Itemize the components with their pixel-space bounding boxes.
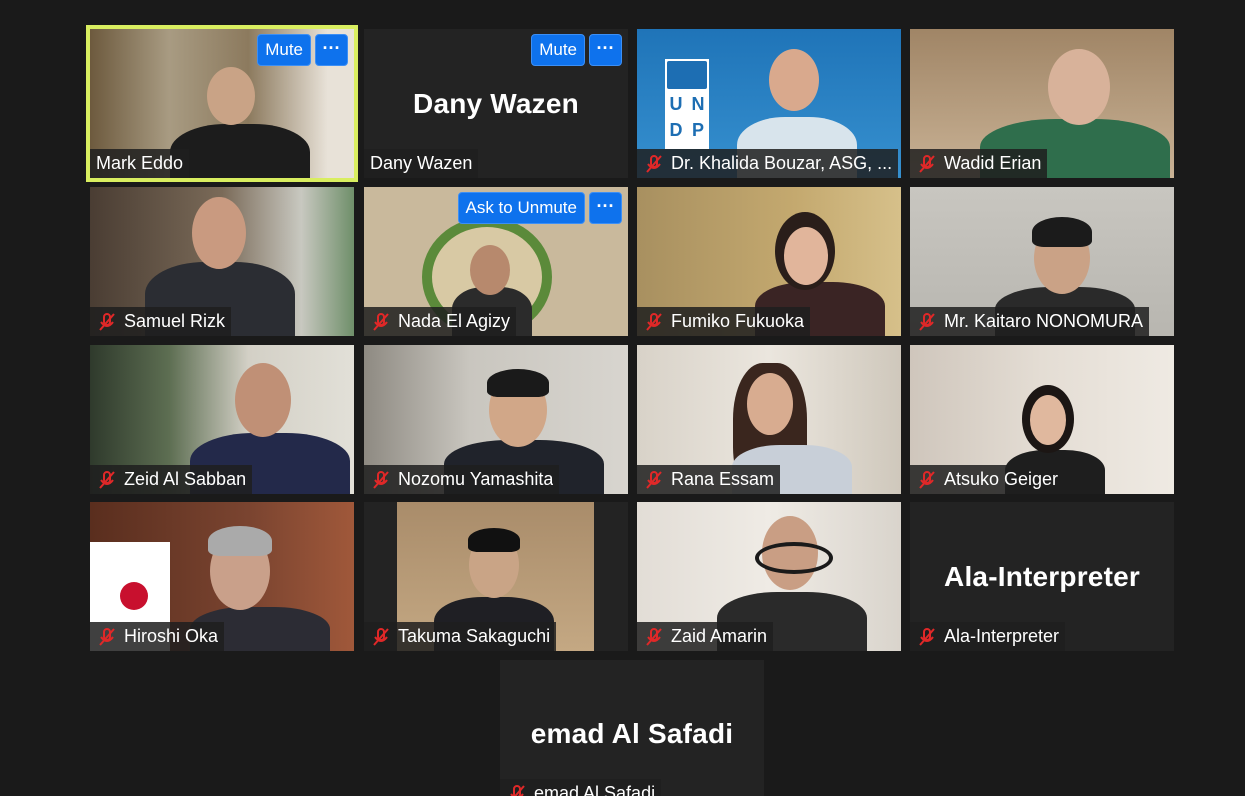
muted-mic-icon	[99, 312, 115, 331]
video-tile-mark-eddo[interactable]: Mute ··· Mark Eddo	[86, 25, 358, 182]
participant-display-name: emad Al Safadi	[530, 718, 734, 749]
participant-name: Nozomu Yamashita	[398, 469, 554, 489]
logo-letter: U	[669, 94, 683, 114]
participant-name: Atsuko Geiger	[944, 469, 1059, 489]
participant-name-label: Atsuko Geiger	[910, 465, 1065, 494]
participant-name-label: Fumiko Fukuoka	[637, 307, 811, 336]
participant-name: Ala-Interpreter	[944, 626, 1060, 646]
video-tile-hiroshi-oka[interactable]: Hiroshi Oka	[90, 502, 354, 651]
logo-letter: P	[691, 120, 704, 140]
muted-mic-icon	[99, 627, 115, 646]
muted-mic-icon	[99, 470, 115, 489]
video-tile-ala-interpreter[interactable]: Ala-Interpreter Ala-Interpreter	[910, 502, 1174, 651]
muted-mic-icon	[646, 627, 662, 646]
gallery-view: Mute ··· Mark Eddo Dany Wazen Mute ··· D…	[0, 0, 1245, 796]
logo-letter: N	[691, 94, 705, 114]
muted-mic-icon	[373, 470, 389, 489]
more-options-button[interactable]: ···	[589, 34, 622, 66]
participant-display-name: Dany Wazen	[413, 87, 579, 119]
participant-name: Dany Wazen	[370, 153, 473, 173]
mute-button[interactable]: Mute	[257, 34, 311, 66]
participant-name: Hiroshi Oka	[124, 626, 219, 646]
participant-name: Dr. Khalida Bouzar, ASG, ...	[671, 153, 893, 173]
participant-name-label: Samuel Rizk	[90, 307, 232, 336]
participant-name-label: Hiroshi Oka	[90, 622, 225, 651]
video-tile-takuma-sakaguchi[interactable]: Takuma Sakaguchi	[364, 502, 628, 651]
participant-name-label: Zeid Al Sabban	[90, 465, 253, 494]
video-tile-zaid-amarin[interactable]: Zaid Amarin	[637, 502, 901, 651]
muted-mic-icon	[373, 312, 389, 331]
video-tile-atsuko-geiger[interactable]: Atsuko Geiger	[910, 345, 1174, 494]
video-tile-nada-el-agizy[interactable]: Ask to Unmute ··· Nada El Agizy	[364, 187, 628, 336]
participant-name: Rana Essam	[671, 469, 775, 489]
participant-name: Mr. Kaitaro NONOMURA	[944, 311, 1144, 331]
participant-display-name: Ala-Interpreter	[944, 560, 1140, 592]
more-options-button[interactable]: ···	[315, 34, 348, 66]
participant-name: Takuma Sakaguchi	[398, 626, 551, 646]
muted-mic-icon	[646, 312, 662, 331]
video-tile-wadid-erian[interactable]: Wadid Erian	[910, 29, 1174, 178]
video-tile-khalida-bouzar[interactable]: U N D P Dr. Khalida Bouzar, ASG, ...	[637, 29, 901, 178]
participant-name-label: Zaid Amarin	[637, 622, 774, 651]
muted-mic-icon	[646, 154, 662, 173]
video-tile-emad-al-safadi[interactable]: emad Al Safadi emad Al Safadi	[500, 660, 764, 796]
participant-name: Zeid Al Sabban	[124, 469, 247, 489]
participant-name: emad Al Safadi	[534, 783, 656, 796]
video-tile-nozomu-yamashita[interactable]: Nozomu Yamashita	[364, 345, 628, 494]
participant-name-label: Dr. Khalida Bouzar, ASG, ...	[637, 149, 899, 178]
muted-mic-icon	[919, 470, 935, 489]
muted-mic-icon	[646, 470, 662, 489]
participant-name-label: Mark Eddo	[90, 149, 190, 178]
participant-name-label: Dany Wazen	[364, 149, 479, 178]
video-tile-samuel-rizk[interactable]: Samuel Rizk	[90, 187, 354, 336]
more-options-button[interactable]: ···	[589, 192, 622, 224]
participant-name-label: Takuma Sakaguchi	[364, 622, 557, 651]
muted-mic-icon	[510, 784, 525, 796]
participant-name-label: Nozomu Yamashita	[364, 465, 560, 494]
undp-logo: U N D P	[665, 59, 709, 149]
participant-name: Mark Eddo	[96, 153, 184, 173]
logo-letter: D	[669, 120, 683, 140]
video-tile-zeid-al-sabban[interactable]: Zeid Al Sabban	[90, 345, 354, 494]
participant-name-label: Mr. Kaitaro NONOMURA	[910, 307, 1150, 336]
ask-to-unmute-button[interactable]: Ask to Unmute	[457, 192, 585, 224]
muted-mic-icon	[919, 312, 935, 331]
video-tile-fumiko-fukuoka[interactable]: Fumiko Fukuoka	[637, 187, 901, 336]
participant-name-label: Wadid Erian	[910, 149, 1048, 178]
video-tile-rana-essam[interactable]: Rana Essam	[637, 345, 901, 494]
participant-name: Zaid Amarin	[671, 626, 768, 646]
participant-name: Wadid Erian	[944, 153, 1042, 173]
participant-name: Fumiko Fukuoka	[671, 311, 805, 331]
participant-name-label: Nada El Agizy	[364, 307, 517, 336]
participant-name: Nada El Agizy	[398, 311, 511, 331]
participant-name-label: Rana Essam	[637, 465, 781, 494]
video-tile-kaitaro-nonomura[interactable]: Mr. Kaitaro NONOMURA	[910, 187, 1174, 336]
participant-name: Samuel Rizk	[124, 311, 226, 331]
participant-name-label: emad Al Safadi	[500, 779, 662, 796]
participant-name-label: Ala-Interpreter	[910, 622, 1066, 651]
muted-mic-icon	[373, 627, 389, 646]
muted-mic-icon	[919, 154, 935, 173]
mute-button[interactable]: Mute	[531, 34, 585, 66]
muted-mic-icon	[919, 627, 935, 646]
video-tile-dany-wazen[interactable]: Dany Wazen Mute ··· Dany Wazen	[364, 29, 628, 178]
